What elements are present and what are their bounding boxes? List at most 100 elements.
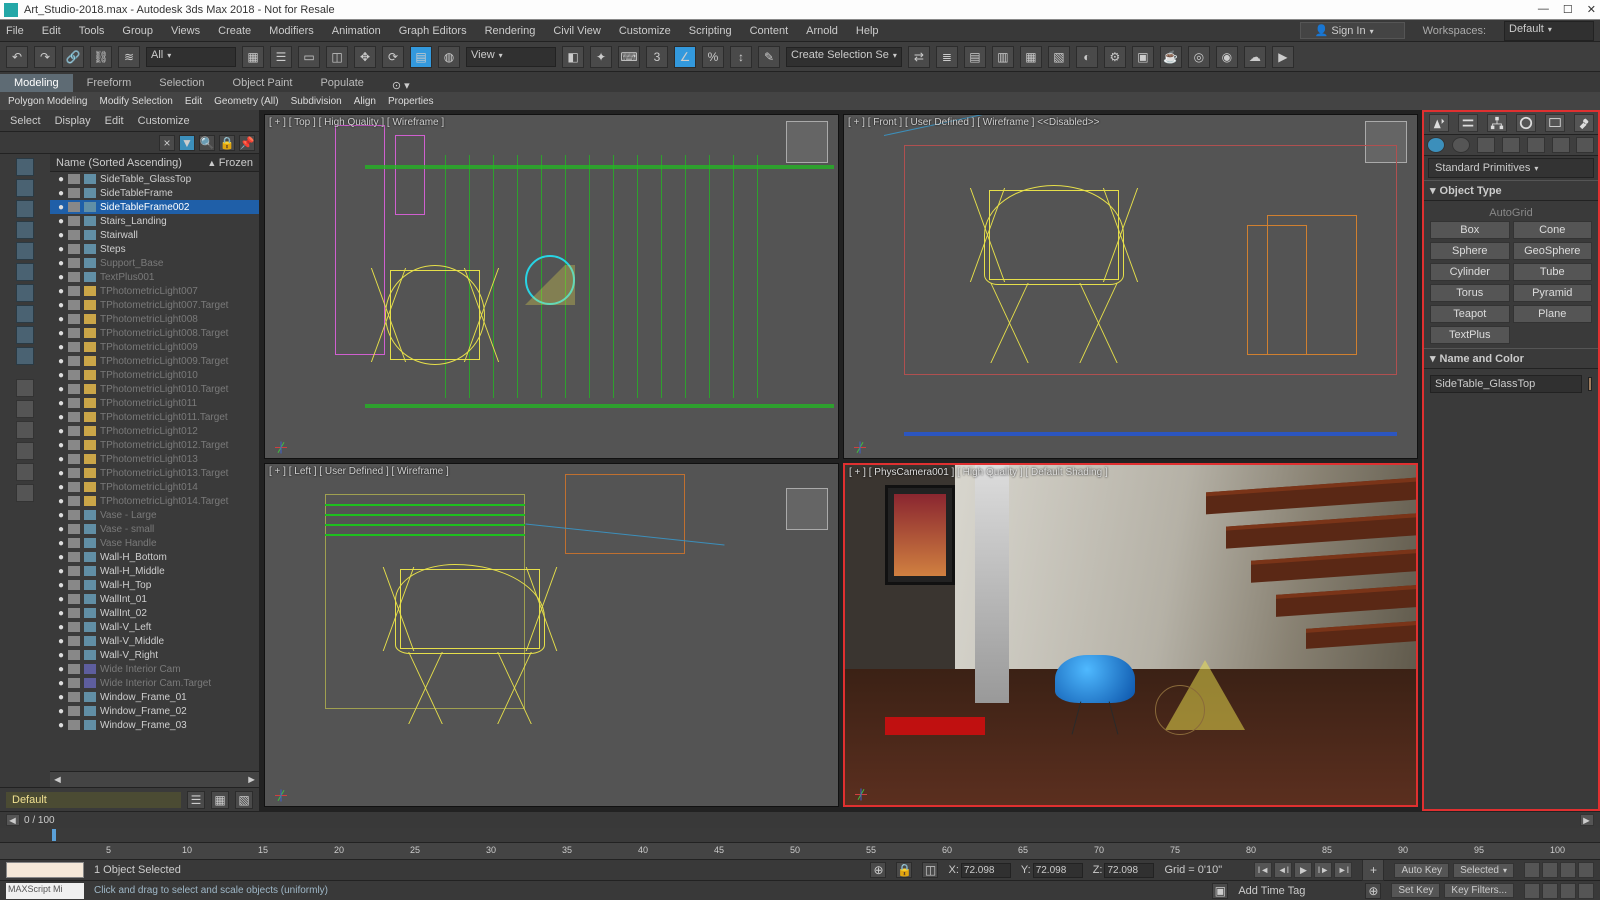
render-frame-button[interactable]: ▣	[1132, 46, 1154, 68]
time-ruler[interactable]: 5101520253035404550556065707580859095100	[0, 842, 1600, 860]
signin-button[interactable]: 👤 Sign In	[1300, 22, 1405, 39]
ribbon-sub-align[interactable]: Align	[354, 96, 376, 107]
create-sphere-button[interactable]: Sphere	[1430, 242, 1510, 260]
named-selection-dropdown[interactable]: Create Selection Se	[786, 47, 902, 67]
create-box-button[interactable]: Box	[1430, 221, 1510, 239]
scale-button[interactable]: ▤	[410, 46, 432, 68]
filter-container-icon[interactable]	[16, 305, 34, 323]
close-explorer-button[interactable]: ×	[159, 135, 175, 151]
ribbon-tab-object paint[interactable]: Object Paint	[219, 74, 307, 92]
visibility-icon[interactable]	[68, 468, 80, 478]
object-type-rollout[interactable]: ▾Object Type	[1424, 180, 1598, 201]
visibility-icon[interactable]	[68, 174, 80, 184]
autogrid-checkbox[interactable]: AutoGrid	[1430, 205, 1592, 221]
display-child-icon[interactable]	[16, 400, 34, 418]
time-next-button[interactable]: ►	[1580, 814, 1594, 826]
workspaces-dropdown[interactable]: Default	[1504, 21, 1594, 41]
scene-item[interactable]: ●Vase - small	[50, 522, 259, 536]
scene-tab-display[interactable]: Display	[55, 115, 91, 127]
scene-item[interactable]: ●TPhotometricLight012.Target	[50, 438, 259, 452]
visibility-icon[interactable]	[68, 314, 80, 324]
viewport-left[interactable]: [ + ] [ Left ] [ User Defined ] [ Wirefr…	[264, 463, 839, 808]
filter-button[interactable]: ▼	[179, 135, 195, 151]
visibility-icon[interactable]	[68, 230, 80, 240]
keyboard-shortcut-button[interactable]: ⌨	[618, 46, 640, 68]
visibility-icon[interactable]	[68, 454, 80, 464]
menu-customize[interactable]: Customize	[619, 25, 671, 37]
layer-props-button[interactable]: ▦	[211, 791, 229, 809]
scene-item[interactable]: ●Window_Frame_03	[50, 718, 259, 732]
scene-item[interactable]: ●Wall-V_Right	[50, 648, 259, 662]
viewcube-left[interactable]	[786, 488, 828, 530]
create-tube-button[interactable]: Tube	[1513, 263, 1593, 281]
scene-item[interactable]: ●TPhotometricLight011.Target	[50, 410, 259, 424]
time-prev-button[interactable]: ◄	[6, 814, 20, 826]
ribbon-sub-properties[interactable]: Properties	[388, 96, 434, 107]
render-prod-button[interactable]: ☕	[1160, 46, 1182, 68]
motion-tab[interactable]	[1516, 114, 1536, 132]
menu-file[interactable]: File	[6, 25, 24, 37]
orbit-icon[interactable]	[1542, 883, 1558, 899]
render-iter-button[interactable]: ◎	[1188, 46, 1210, 68]
filter-light-icon[interactable]	[16, 200, 34, 218]
viewport-camera-label[interactable]: [ + ] [ PhysCamera001 ] [ High Quality ]…	[849, 467, 1108, 478]
curve-editor-button[interactable]: ▦	[1020, 46, 1042, 68]
bind-button[interactable]: ≋	[118, 46, 140, 68]
ribbon-sub-geometry-all-[interactable]: Geometry (All)	[214, 96, 278, 107]
filter-space-icon[interactable]	[16, 263, 34, 281]
scene-tab-customize[interactable]: Customize	[138, 115, 190, 127]
visibility-icon[interactable]	[68, 202, 80, 212]
snap-toggle-button[interactable]: 3	[646, 46, 668, 68]
scene-item[interactable]: ●Steps	[50, 242, 259, 256]
zoom-extents-icon[interactable]	[1560, 862, 1576, 878]
menu-animation[interactable]: Animation	[332, 25, 381, 37]
scene-item[interactable]: ●Wall-V_Left	[50, 620, 259, 634]
close-button[interactable]: ✕	[1587, 3, 1596, 16]
selection-filter[interactable]: All	[146, 47, 236, 67]
rotate-button[interactable]: ⟳	[382, 46, 404, 68]
select-object-button[interactable]: ▦	[242, 46, 264, 68]
menu-tools[interactable]: Tools	[79, 25, 105, 37]
filter-funnel-icon[interactable]	[16, 463, 34, 481]
zoom-all-icon[interactable]	[1542, 862, 1558, 878]
display-tab[interactable]	[1545, 114, 1565, 132]
visibility-icon[interactable]	[68, 510, 80, 520]
object-name-field[interactable]	[1430, 375, 1582, 393]
render-setup-button[interactable]: ⚙	[1104, 46, 1126, 68]
align-button[interactable]: ≣	[936, 46, 958, 68]
rect-region-button[interactable]: ▭	[298, 46, 320, 68]
menu-modifiers[interactable]: Modifiers	[269, 25, 314, 37]
primitive-dropdown[interactable]: Standard Primitives	[1428, 158, 1594, 178]
key-mode-button[interactable]: +	[1362, 859, 1384, 881]
render-cloud-button[interactable]: ☁	[1244, 46, 1266, 68]
goto-end-button[interactable]: ►I	[1334, 862, 1352, 878]
visibility-icon[interactable]	[68, 622, 80, 632]
maximize-button[interactable]: ☐	[1563, 3, 1573, 16]
filter-frozen-icon[interactable]	[16, 326, 34, 344]
visibility-icon[interactable]	[68, 370, 80, 380]
viewport-front-label[interactable]: [ + ] [ Front ] [ User Defined ] [ Wiref…	[848, 117, 1100, 128]
name-color-rollout[interactable]: ▾Name and Color	[1424, 348, 1598, 369]
viewcube-top[interactable]	[786, 121, 828, 163]
filter-camera-icon[interactable]	[16, 221, 34, 239]
mirror-button[interactable]: ⇄	[908, 46, 930, 68]
hierarchy-tab[interactable]	[1487, 114, 1507, 132]
display-none-icon[interactable]	[16, 379, 34, 397]
minimize-button[interactable]: —	[1538, 3, 1549, 16]
scene-list[interactable]: ●SideTable_GlassTop●SideTableFrame●SideT…	[50, 172, 259, 771]
filter-shape-icon[interactable]	[16, 179, 34, 197]
scene-item[interactable]: ●TPhotometricLight013	[50, 452, 259, 466]
coord-x-field[interactable]	[961, 863, 1011, 878]
visibility-icon[interactable]	[68, 650, 80, 660]
scene-item[interactable]: ●TPhotometricLight012	[50, 424, 259, 438]
scene-item[interactable]: ●Wall-V_Middle	[50, 634, 259, 648]
visibility-icon[interactable]	[68, 524, 80, 534]
autokey-button[interactable]: Auto Key	[1394, 863, 1449, 878]
zoom-icon[interactable]	[1524, 862, 1540, 878]
visibility-icon[interactable]	[68, 300, 80, 310]
scene-item[interactable]: ●Wide Interior Cam	[50, 662, 259, 676]
lights-category-icon[interactable]	[1477, 137, 1495, 153]
window-crossing-button[interactable]: ◫	[326, 46, 348, 68]
scene-item[interactable]: ●TPhotometricLight007.Target	[50, 298, 259, 312]
pan-icon[interactable]	[1524, 883, 1540, 899]
